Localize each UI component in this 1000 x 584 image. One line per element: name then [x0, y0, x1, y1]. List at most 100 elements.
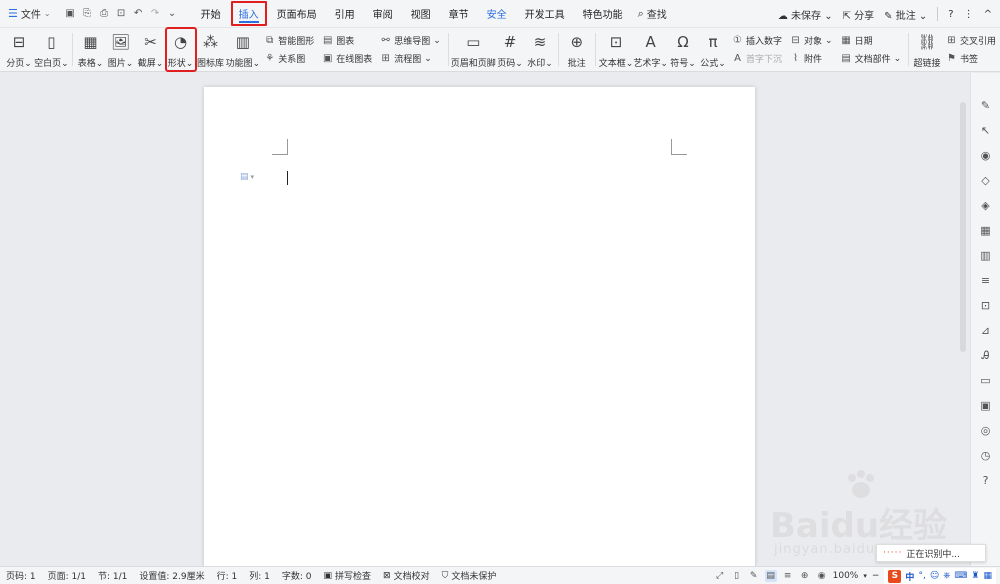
online-chart-button[interactable]: ▣ 在线图表: [322, 52, 372, 65]
symbol-button[interactable]: Ω 符号⌄: [668, 28, 698, 71]
format-painter-icon[interactable]: ⎘: [80, 6, 95, 21]
proofread-button[interactable]: ⊠ 文档校对: [377, 569, 436, 583]
watermark-button[interactable]: ≋ 水印⌄: [525, 28, 555, 71]
status-col[interactable]: 列: 1: [243, 569, 276, 582]
header-footer-button[interactable]: ▭ 页眉和页脚: [451, 28, 496, 71]
page-view-icon[interactable]: ▤: [764, 570, 777, 582]
tab-view[interactable]: 视图: [402, 0, 440, 27]
picture-button[interactable]: 🖼 图片⌄: [106, 28, 136, 71]
help-circle-icon[interactable]: ?: [979, 474, 993, 487]
archive-icon[interactable]: ▭: [979, 374, 993, 387]
tab-chapter[interactable]: 章节: [440, 0, 478, 27]
status-page[interactable]: 页面: 1/1: [42, 569, 92, 582]
object-button[interactable]: ⊟ 对象 ⌄: [790, 34, 832, 47]
formula-button[interactable]: π 公式⌄: [698, 28, 728, 71]
save-icon[interactable]: ▣: [63, 6, 78, 21]
art-text-button[interactable]: A 艺术字⌄: [633, 28, 668, 71]
outline-view-icon[interactable]: ≡: [782, 570, 794, 582]
undo-icon[interactable]: ↶: [131, 6, 146, 21]
more-button[interactable]: ⋮: [964, 9, 974, 20]
relation-chart-button[interactable]: ⚘ 关系图: [264, 52, 314, 65]
zoom-out-button[interactable]: −: [872, 571, 880, 581]
write-mode-icon[interactable]: ✎: [748, 570, 760, 582]
sogou-logo-icon[interactable]: S: [888, 569, 902, 583]
layers-icon[interactable]: ◈: [979, 199, 993, 212]
status-section[interactable]: 节: 1/1: [92, 569, 133, 582]
status-row[interactable]: 行: 1: [211, 569, 244, 582]
select-cursor-icon[interactable]: ↖: [979, 124, 993, 137]
customize-toolbar-icon[interactable]: ⌄: [165, 6, 180, 21]
compass-icon[interactable]: ◎: [979, 424, 993, 437]
edit-box-icon[interactable]: ⊿: [979, 324, 993, 337]
file-menu[interactable]: ☰ 文件 ⌄: [0, 0, 59, 27]
tab-page-layout[interactable]: 页面布局: [268, 0, 326, 27]
cross-ref-button[interactable]: ⊞ 交叉引用: [946, 34, 996, 47]
fullscreen-icon[interactable]: ⤢: [714, 570, 726, 582]
status-position[interactable]: 设置值: 2.9厘米: [133, 569, 210, 582]
translate-icon[interactable]: Ꭿ: [979, 349, 993, 362]
sliders-icon[interactable]: ≡: [979, 274, 993, 287]
share-button[interactable]: ⇱ 分享: [843, 7, 875, 22]
tab-start[interactable]: 开始: [192, 0, 230, 27]
hyperlink-button[interactable]: ⛓ 超链接: [912, 28, 942, 71]
zoom-dropdown-icon[interactable]: ▾: [863, 572, 867, 580]
skin-icon[interactable]: ♜: [971, 571, 979, 581]
shape-button[interactable]: ◔ 形状⌄: [164, 27, 197, 72]
print-icon[interactable]: ⎙: [97, 6, 112, 21]
chart-button[interactable]: ▤ 图表: [322, 34, 372, 47]
doc-part-button[interactable]: ▤ 文档部件 ⌄: [841, 52, 901, 65]
function-chart-button[interactable]: ▥ 功能图⌄: [226, 28, 261, 71]
zoom-level[interactable]: 100%: [833, 571, 859, 581]
blank-page-button[interactable]: ▯ 空白页⌄: [34, 28, 69, 71]
collapse-ribbon-button[interactable]: ^: [984, 9, 992, 20]
web-view-icon[interactable]: ⊕: [799, 570, 811, 582]
ime-language-toggle[interactable]: 中: [905, 570, 914, 583]
tab-references[interactable]: 引用: [326, 0, 364, 27]
date-button[interactable]: ▦ 日期: [841, 34, 902, 47]
table-button[interactable]: ▦ 表格⌄: [76, 28, 106, 71]
status-word-count[interactable]: 字数: 0: [276, 569, 318, 582]
vertical-scrollbar[interactable]: [958, 96, 968, 516]
insert-number-button[interactable]: ① 插入数字: [732, 34, 782, 47]
textbox-button[interactable]: ⊡ 文本框⌄: [599, 28, 634, 71]
tab-developer[interactable]: 开发工具: [516, 0, 574, 27]
drop-cap-button[interactable]: A 首字下沉: [732, 52, 782, 65]
status-page-number[interactable]: 页码: 1: [0, 569, 42, 582]
bookmark-button[interactable]: ⚑ 书签: [946, 52, 996, 65]
screenshot-button[interactable]: ✂ 截屏⌄: [136, 28, 166, 71]
location-icon[interactable]: ◉: [979, 149, 993, 162]
punctuation-icon[interactable]: °,: [918, 571, 925, 581]
image-search-icon[interactable]: ⊡: [979, 299, 993, 312]
tab-insert[interactable]: 插入: [230, 0, 268, 27]
eye-protection-icon[interactable]: ◉: [816, 570, 828, 582]
redo-icon[interactable]: ↷: [148, 6, 163, 21]
microphone-icon[interactable]: ⎈: [943, 571, 950, 581]
paragraph-handle[interactable]: ▤ ▾: [240, 172, 254, 182]
tab-features[interactable]: 特色功能: [574, 0, 632, 27]
comment-button[interactable]: ⊕ 批注: [562, 28, 592, 71]
pen-icon[interactable]: ✎: [979, 99, 993, 112]
read-mode-icon[interactable]: ▯: [731, 570, 743, 582]
page-number-button[interactable]: # 页码⌄: [495, 28, 525, 71]
document-page[interactable]: ▤ ▾: [204, 87, 755, 567]
page-break-button[interactable]: ⊟ 分页⌄: [4, 28, 34, 71]
spell-check-button[interactable]: ▣ 拼写检查: [318, 569, 378, 583]
history-icon[interactable]: ◷: [979, 449, 993, 462]
icon-library-button[interactable]: ⁂ 图标库: [196, 28, 226, 71]
smart-art-button[interactable]: ⧉ 智能图形: [264, 34, 314, 47]
search-button[interactable]: ⌕ 查找: [638, 6, 667, 22]
emoji-icon[interactable]: ☺: [930, 571, 939, 581]
shape-outline-icon[interactable]: ◇: [979, 174, 993, 187]
annotate-button[interactable]: ✎ 批注 ⌄: [884, 7, 927, 22]
unsaved-button[interactable]: ☁ 未保存 ⌄: [778, 7, 833, 22]
help-button[interactable]: ?: [948, 9, 953, 20]
bar-chart-icon[interactable]: ▥: [979, 249, 993, 262]
image-icon[interactable]: ▣: [979, 399, 993, 412]
print-preview-icon[interactable]: ⊡: [114, 6, 129, 21]
document-canvas[interactable]: ▤ ▾: [0, 73, 970, 567]
attachment-button[interactable]: ⌇ 附件: [790, 52, 833, 65]
scrollbar-thumb[interactable]: [960, 102, 966, 352]
flow-chart-button[interactable]: ⊞ 流程图 ⌄: [380, 52, 441, 65]
table-icon[interactable]: ▦: [979, 224, 993, 237]
protect-button[interactable]: ⛉ 文档未保护: [436, 569, 503, 583]
